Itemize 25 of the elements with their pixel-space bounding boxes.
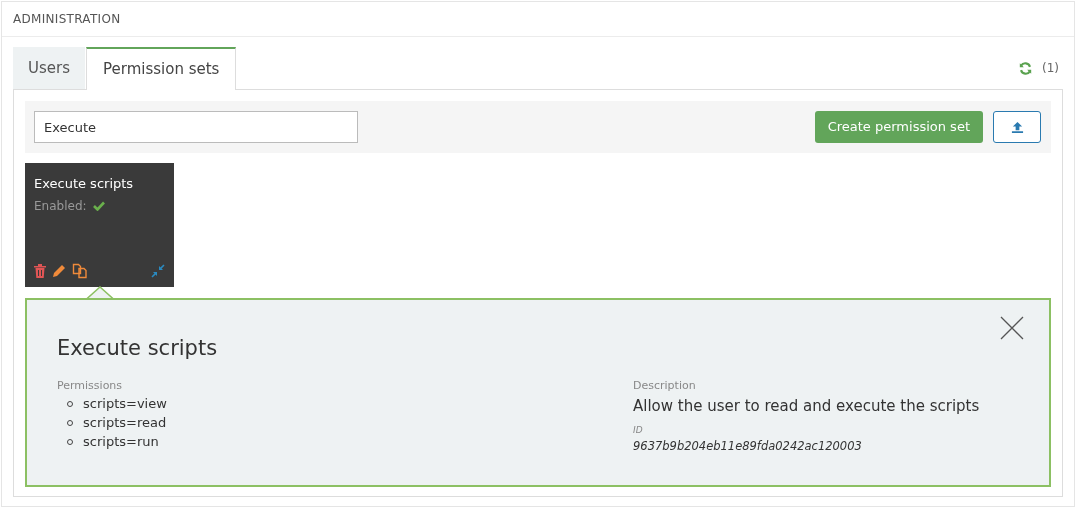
card-title: Execute scripts — [34, 175, 135, 193]
permission-set-card[interactable]: Execute scripts Enabled: — [25, 163, 174, 287]
upload-icon — [1010, 120, 1024, 134]
id-text: 9637b9b204eb11e89fda0242ac120003 — [633, 437, 863, 455]
copy-icon[interactable] — [72, 263, 88, 279]
refresh-icon[interactable] — [1019, 61, 1032, 75]
refresh-count: (1) — [1042, 60, 1059, 77]
permission-item: scripts=view — [83, 395, 167, 414]
tab[interactable]: Permission sets — [86, 47, 237, 90]
field-label: Permissions — [57, 378, 124, 394]
section-title: ADMINISTRATION — [13, 11, 121, 28]
enabled-label: Enabled: — [34, 197, 87, 215]
pencil-icon[interactable] — [52, 264, 66, 278]
permission-item: scripts=run — [83, 433, 159, 452]
close-icon[interactable] — [1000, 316, 1024, 340]
trash-icon[interactable] — [34, 264, 46, 278]
detail-title: Execute scripts — [57, 335, 219, 362]
permission-item: scripts=read — [83, 414, 167, 433]
description-text: Allow the user to read and execute the scripts — [633, 395, 980, 417]
search-field[interactable]: Execute — [34, 111, 358, 143]
collapse-icon[interactable] — [151, 264, 165, 278]
field-label: Description — [633, 378, 697, 394]
field-label: ID — [633, 424, 644, 437]
tab[interactable]: Users — [13, 47, 85, 89]
upload-button[interactable] — [993, 111, 1041, 143]
